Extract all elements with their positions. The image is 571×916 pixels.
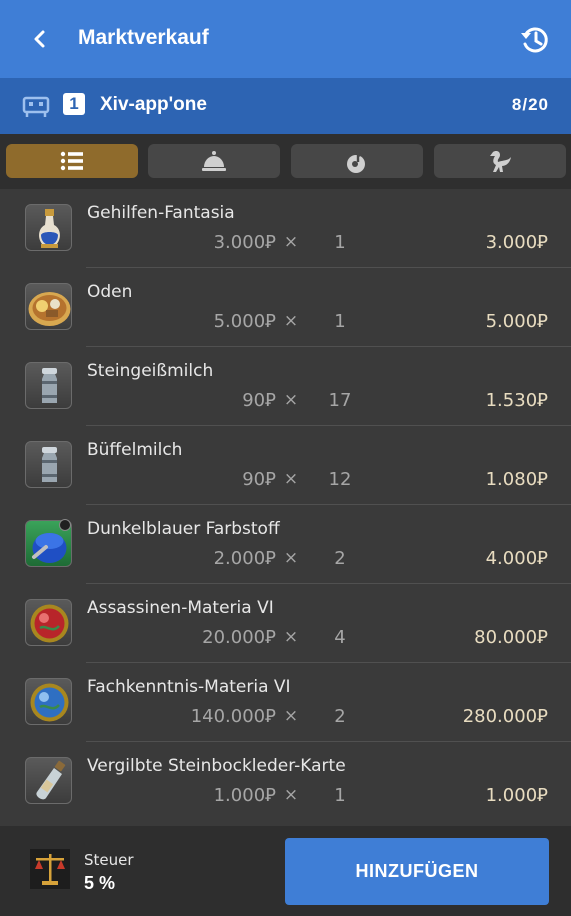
map-bottle-icon — [25, 757, 72, 804]
quantity: 1 — [334, 311, 346, 332]
total-price: 280.000Ꝑ — [462, 706, 548, 727]
multiply-sign: × — [283, 627, 299, 647]
unit-price: 140.000Ꝑ — [190, 706, 276, 727]
multiply-sign: × — [283, 311, 299, 331]
hq-indicator-icon — [59, 519, 71, 531]
tab-service-bell[interactable] — [148, 144, 280, 178]
oden-dish-icon — [25, 283, 72, 330]
list-item[interactable]: Oden 5.000Ꝑ × 1 5.000Ꝑ — [0, 268, 571, 347]
total-price: 5.000Ꝑ — [485, 311, 548, 332]
list-item[interactable]: Vergilbte Steinbockleder-Karte 1.000Ꝑ × … — [0, 742, 571, 821]
history-icon[interactable] — [519, 24, 551, 56]
multiply-sign: × — [283, 548, 299, 568]
retainer-name: Xiv-app'one — [100, 94, 207, 115]
music-note-icon — [347, 148, 367, 173]
quantity: 1 — [334, 785, 346, 806]
item-name: Oden — [87, 282, 133, 302]
multiply-sign: × — [283, 390, 299, 410]
multiply-sign: × — [283, 469, 299, 489]
scales-icon — [30, 849, 70, 889]
item-name: Vergilbte Steinbockleder-Karte — [87, 756, 346, 776]
milk-can-icon — [25, 441, 72, 488]
quantity: 4 — [334, 627, 346, 648]
multiply-sign: × — [283, 706, 299, 726]
item-name: Dunkelblauer Farbstoff — [87, 519, 280, 539]
category-tabs — [0, 134, 571, 189]
tab-music[interactable] — [291, 144, 423, 178]
unit-price: 90Ꝑ — [242, 469, 276, 490]
total-price: 1.080Ꝑ — [485, 469, 548, 490]
retainer-bar[interactable]: 1 Xiv-app'one 8/20 — [0, 78, 571, 134]
unit-price: 20.000Ꝑ — [202, 627, 276, 648]
list-item[interactable]: Gehilfen-Fantasia 3.000Ꝑ × 1 3.000Ꝑ — [0, 189, 571, 268]
total-price: 4.000Ꝑ — [485, 548, 548, 569]
quantity: 12 — [328, 469, 352, 490]
item-name: Steingeißmilch — [87, 361, 214, 381]
quantity: 17 — [328, 390, 352, 411]
total-price: 1.000Ꝑ — [485, 785, 548, 806]
listing-count: 8/20 — [511, 95, 549, 114]
list-item[interactable]: Fachkenntnis-Materia VI 140.000Ꝑ × 2 280… — [0, 663, 571, 742]
page-title: Marktverkauf — [78, 26, 209, 49]
list-icon — [60, 151, 83, 171]
item-name: Gehilfen-Fantasia — [87, 203, 235, 223]
fantasia-bottle-icon — [25, 204, 72, 251]
chevron-left-icon[interactable] — [26, 22, 54, 56]
quantity: 2 — [334, 548, 346, 569]
list-item[interactable]: Dunkelblauer Farbstoff 2.000Ꝑ × 2 4.000Ꝑ — [0, 505, 571, 584]
total-price: 80.000Ꝑ — [474, 627, 548, 648]
tab-chocobo[interactable] — [434, 144, 566, 178]
tax-label: Steuer — [84, 851, 134, 869]
total-price: 1.530Ꝑ — [485, 390, 548, 411]
chocobo-icon — [490, 151, 511, 172]
item-name: Fachkenntnis-Materia VI — [87, 677, 291, 697]
tax-value: 5 % — [84, 873, 116, 893]
total-price: 3.000Ꝑ — [485, 232, 548, 253]
add-button[interactable]: HINZUFÜGEN — [285, 838, 549, 905]
quantity: 1 — [334, 232, 346, 253]
retainer-bell-icon — [22, 96, 50, 117]
list-item[interactable]: Steingeißmilch 90Ꝑ × 17 1.530Ꝑ — [0, 347, 571, 426]
unit-price: 5.000Ꝑ — [213, 311, 276, 332]
unit-price: 2.000Ꝑ — [213, 548, 276, 569]
quantity: 2 — [334, 706, 346, 727]
item-list: Gehilfen-Fantasia 3.000Ꝑ × 1 3.000Ꝑ Oden… — [0, 189, 571, 826]
market-sell-screen: Marktverkauf 1 Xiv-app'one 8/20 Gehilfen… — [0, 0, 571, 916]
multiply-sign: × — [283, 232, 299, 252]
list-item[interactable]: Büffelmilch 90Ꝑ × 12 1.080Ꝑ — [0, 426, 571, 505]
item-name: Assassinen-Materia VI — [87, 598, 274, 618]
red-materia-icon — [25, 599, 72, 646]
item-name: Büffelmilch — [87, 440, 183, 460]
list-item[interactable]: Assassinen-Materia VI 20.000Ꝑ × 4 80.000… — [0, 584, 571, 663]
multiply-sign: × — [283, 785, 299, 805]
unit-price: 3.000Ꝑ — [213, 232, 276, 253]
retainer-number-badge: 1 — [63, 93, 85, 115]
unit-price: 90Ꝑ — [242, 390, 276, 411]
unit-price: 1.000Ꝑ — [213, 785, 276, 806]
header-bar: Marktverkauf — [0, 0, 571, 78]
service-bell-icon — [202, 151, 226, 171]
blue-materia-icon — [25, 678, 72, 725]
footer-bar: Steuer 5 % HINZUFÜGEN — [0, 826, 571, 916]
milk-can-icon — [25, 362, 72, 409]
tab-list[interactable] — [6, 144, 138, 178]
